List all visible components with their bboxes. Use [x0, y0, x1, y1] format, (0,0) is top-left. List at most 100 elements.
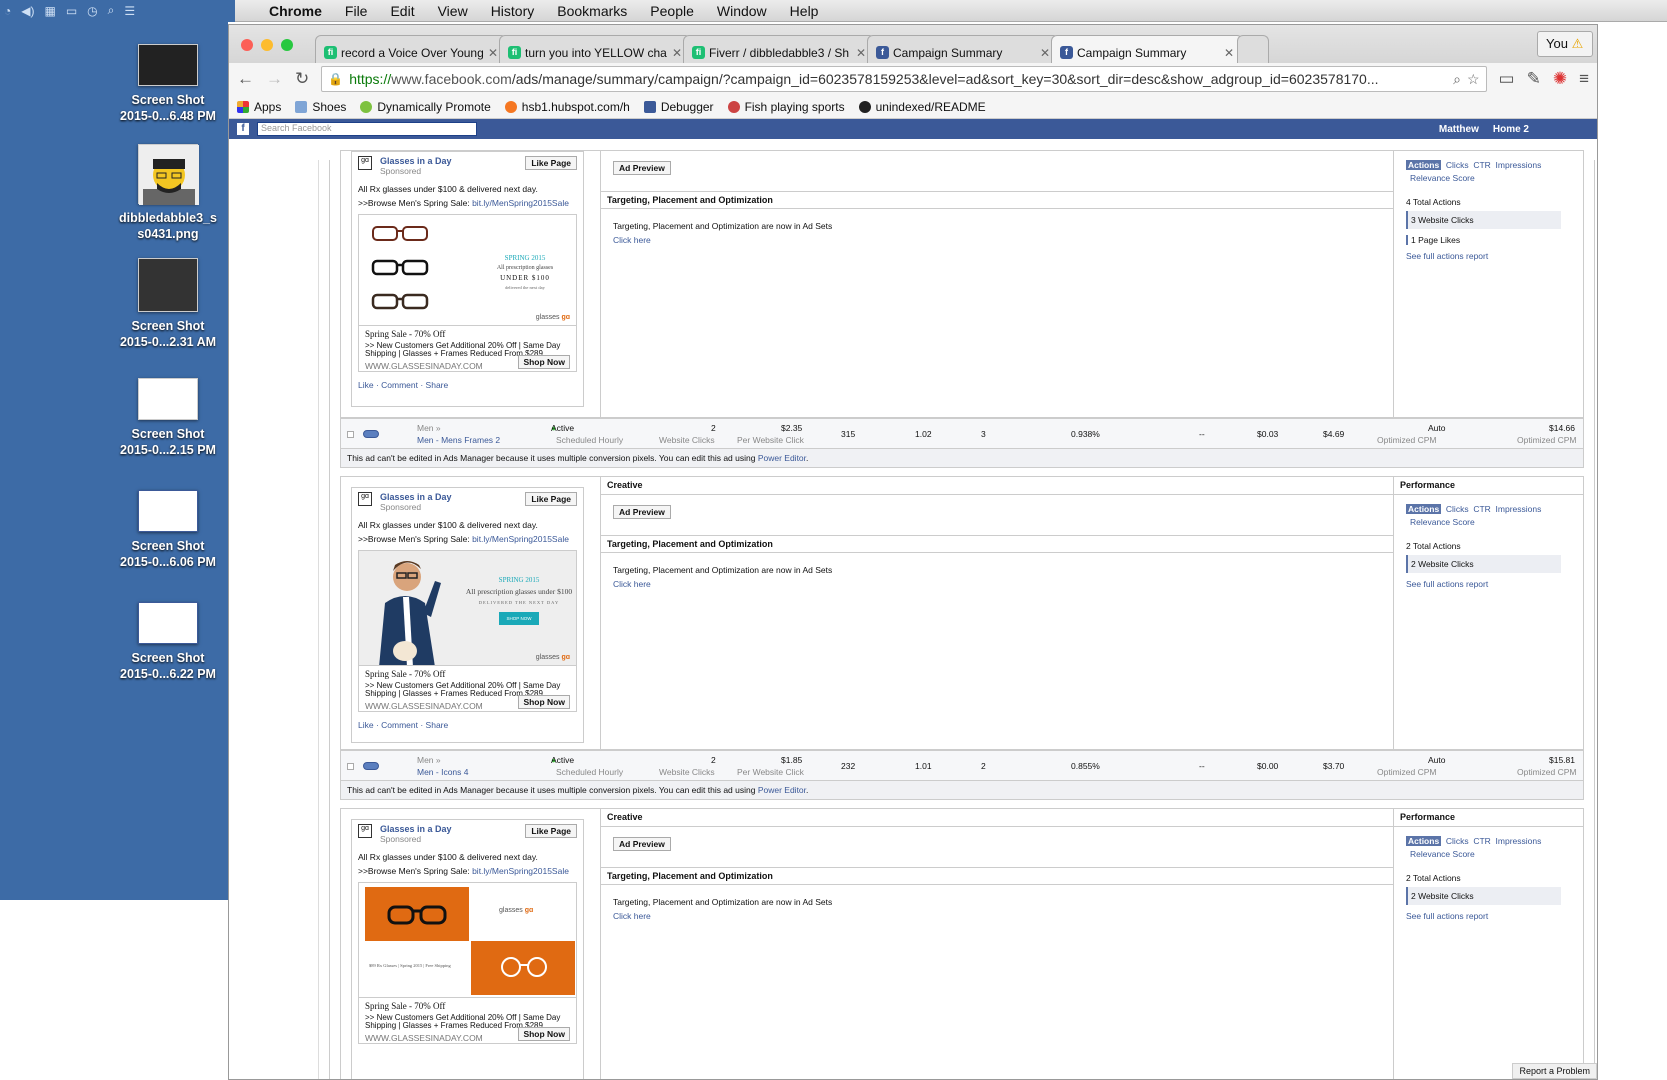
ad-link[interactable]: bit.ly/MenSpring2015Sale: [472, 198, 569, 208]
power-editor-link[interactable]: Power Editor: [758, 453, 806, 463]
click-here-link[interactable]: Click here: [613, 909, 1381, 923]
tab-clicks[interactable]: Clicks: [1446, 504, 1469, 514]
profile-button[interactable]: You ⚠: [1537, 31, 1593, 57]
bookmark-apps[interactable]: Apps: [237, 100, 281, 114]
ad-set-link[interactable]: Men »: [417, 423, 441, 433]
ad-preview-button[interactable]: Ad Preview: [613, 837, 671, 851]
browser-tab[interactable]: fi record a Voice Over Young ✕: [315, 35, 507, 63]
bookmark-dynamically[interactable]: Dynamically Promote: [360, 100, 491, 114]
ad-link-footer[interactable]: Spring Sale - 70% Off >> New Customers G…: [358, 998, 577, 1044]
tab-ctr[interactable]: CTR: [1473, 504, 1490, 514]
ad-image[interactable]: glasses ɡɑ $89 Rx Glasses | Spring 2015 …: [358, 882, 577, 998]
ad-link[interactable]: bit.ly/MenSpring2015Sale: [472, 866, 569, 876]
see-full-report-link[interactable]: See full actions report: [1406, 251, 1583, 261]
menu-people[interactable]: People: [650, 3, 694, 19]
ad-link-footer[interactable]: Spring Sale - 70% Off >> New Customers G…: [358, 666, 577, 712]
table-row[interactable]: Men » Men - Mens Frames 2 ● Active Sched…: [340, 418, 1584, 450]
reload-icon[interactable]: ↻: [295, 69, 309, 89]
bookmark-hubspot[interactable]: hsb1.hubspot.com/h: [504, 100, 630, 114]
shop-now-button[interactable]: Shop Now: [518, 1027, 570, 1041]
fb-home-link[interactable]: Home 2: [1493, 124, 1529, 135]
bookmark-shoes[interactable]: Shoes: [295, 100, 346, 114]
facebook-search-input[interactable]: Search Facebook: [257, 122, 477, 136]
browser-tab[interactable]: fi Fiverr / dibbledabble3 / Sh ✕: [683, 35, 875, 63]
table-row[interactable]: Men » Men - Icons 4 ● Active Scheduled H…: [340, 750, 1584, 782]
new-tab-button[interactable]: [1237, 35, 1269, 63]
forward-icon[interactable]: →: [266, 69, 283, 89]
tab-actions[interactable]: Actions: [1406, 504, 1442, 514]
power-editor-link[interactable]: Power Editor: [758, 785, 806, 795]
close-tab-icon[interactable]: ✕: [488, 46, 498, 60]
cast-icon[interactable]: ▭: [1499, 69, 1515, 89]
browser-tab-active[interactable]: f Campaign Summary ✕: [1051, 35, 1243, 63]
ad-preview-button[interactable]: Ad Preview: [613, 505, 671, 519]
close-tab-icon[interactable]: ✕: [1224, 46, 1234, 60]
menu-window[interactable]: Window: [717, 3, 767, 19]
tab-clicks[interactable]: Clicks: [1446, 836, 1469, 846]
facebook-icon[interactable]: f: [237, 123, 249, 135]
back-icon[interactable]: ←: [237, 69, 254, 89]
tab-actions[interactable]: Actions: [1406, 836, 1442, 846]
close-tab-icon[interactable]: ✕: [672, 46, 682, 60]
ad-name-link[interactable]: Men - Icons 4: [417, 767, 469, 777]
ad-link-footer[interactable]: Spring Sale - 70% Off >> New Customers G…: [358, 326, 577, 372]
desktop-file-icon[interactable]: Screen Shot 2015-0...6.22 PM: [93, 602, 243, 682]
row-checkbox[interactable]: [347, 763, 354, 770]
status-toggle[interactable]: [363, 762, 379, 770]
shop-now-button[interactable]: Shop Now: [518, 695, 570, 709]
tab-impressions[interactable]: Impressions: [1496, 160, 1542, 170]
like-page-button[interactable]: Like Page: [525, 824, 577, 838]
ad-image[interactable]: SPRING 2015 All prescription glasses UND…: [358, 214, 577, 326]
bookmark-debugger[interactable]: Debugger: [643, 100, 714, 114]
tab-ctr[interactable]: CTR: [1473, 836, 1490, 846]
menu-file[interactable]: File: [345, 3, 368, 19]
menu-history[interactable]: History: [491, 3, 535, 19]
shop-now-button[interactable]: Shop Now: [518, 355, 570, 369]
tab-relevance[interactable]: Relevance Score: [1410, 849, 1475, 859]
eyedropper-icon[interactable]: ✎: [1527, 69, 1541, 89]
see-full-report-link[interactable]: See full actions report: [1406, 911, 1583, 921]
tab-impressions[interactable]: Impressions: [1496, 504, 1542, 514]
status-toggle[interactable]: [363, 430, 379, 438]
ad-set-link[interactable]: Men »: [417, 755, 441, 765]
close-window-icon[interactable]: [241, 39, 253, 51]
ad-link[interactable]: bit.ly/MenSpring2015Sale: [472, 534, 569, 544]
click-here-link[interactable]: Click here: [613, 233, 1381, 247]
ad-image[interactable]: SPRING 2015 All prescription glasses und…: [358, 550, 577, 666]
browser-tab[interactable]: f Campaign Summary ✕: [867, 35, 1059, 63]
fb-user-link[interactable]: Matthew: [1439, 124, 1479, 135]
desktop-file-icon[interactable]: Screen Shot 2015-0...6.48 PM: [93, 44, 243, 124]
desktop-file-icon[interactable]: dibbledabble3_s s0431.png: [93, 144, 243, 242]
menu-bookmarks[interactable]: Bookmarks: [557, 3, 627, 19]
tab-actions[interactable]: Actions: [1406, 160, 1442, 170]
ad-preview-button[interactable]: Ad Preview: [613, 161, 671, 175]
star-icon[interactable]: ☆: [1467, 71, 1480, 88]
close-tab-icon[interactable]: ✕: [1040, 46, 1050, 60]
menu-help[interactable]: Help: [790, 3, 819, 19]
report-problem-button[interactable]: Report a Problem: [1512, 1063, 1597, 1079]
row-checkbox[interactable]: [347, 431, 354, 438]
ad-name-link[interactable]: Men - Mens Frames 2: [417, 435, 500, 445]
close-tab-icon[interactable]: ✕: [856, 46, 866, 60]
desktop-file-icon[interactable]: Screen Shot 2015-0...2.31 AM: [93, 258, 243, 350]
search-icon[interactable]: ⌕: [1453, 71, 1461, 88]
tab-relevance[interactable]: Relevance Score: [1410, 517, 1475, 527]
tab-impressions[interactable]: Impressions: [1496, 836, 1542, 846]
tab-ctr[interactable]: CTR: [1473, 160, 1490, 170]
bookmark-github[interactable]: unindexed/README: [858, 100, 986, 114]
color-wheel-icon[interactable]: ✺: [1553, 69, 1567, 89]
zoom-window-icon[interactable]: [281, 39, 293, 51]
tab-clicks[interactable]: Clicks: [1446, 160, 1469, 170]
browser-tab[interactable]: fi turn you into YELLOW cha ✕: [499, 35, 691, 63]
tab-relevance[interactable]: Relevance Score: [1410, 173, 1475, 183]
address-bar[interactable]: 🔒 https://www.facebook.com/ads/manage/su…: [321, 66, 1487, 92]
like-page-button[interactable]: Like Page: [525, 156, 577, 170]
see-full-report-link[interactable]: See full actions report: [1406, 579, 1583, 589]
desktop-file-icon[interactable]: Screen Shot 2015-0...2.15 PM: [93, 378, 243, 458]
minimize-window-icon[interactable]: [261, 39, 273, 51]
like-comment-share[interactable]: Like · Comment · Share: [358, 380, 577, 390]
bookmark-fish[interactable]: Fish playing sports: [727, 100, 845, 114]
like-page-button[interactable]: Like Page: [525, 492, 577, 506]
like-comment-share[interactable]: Like · Comment · Share: [358, 720, 577, 730]
desktop-file-icon[interactable]: Screen Shot 2015-0...6.06 PM: [93, 490, 243, 570]
